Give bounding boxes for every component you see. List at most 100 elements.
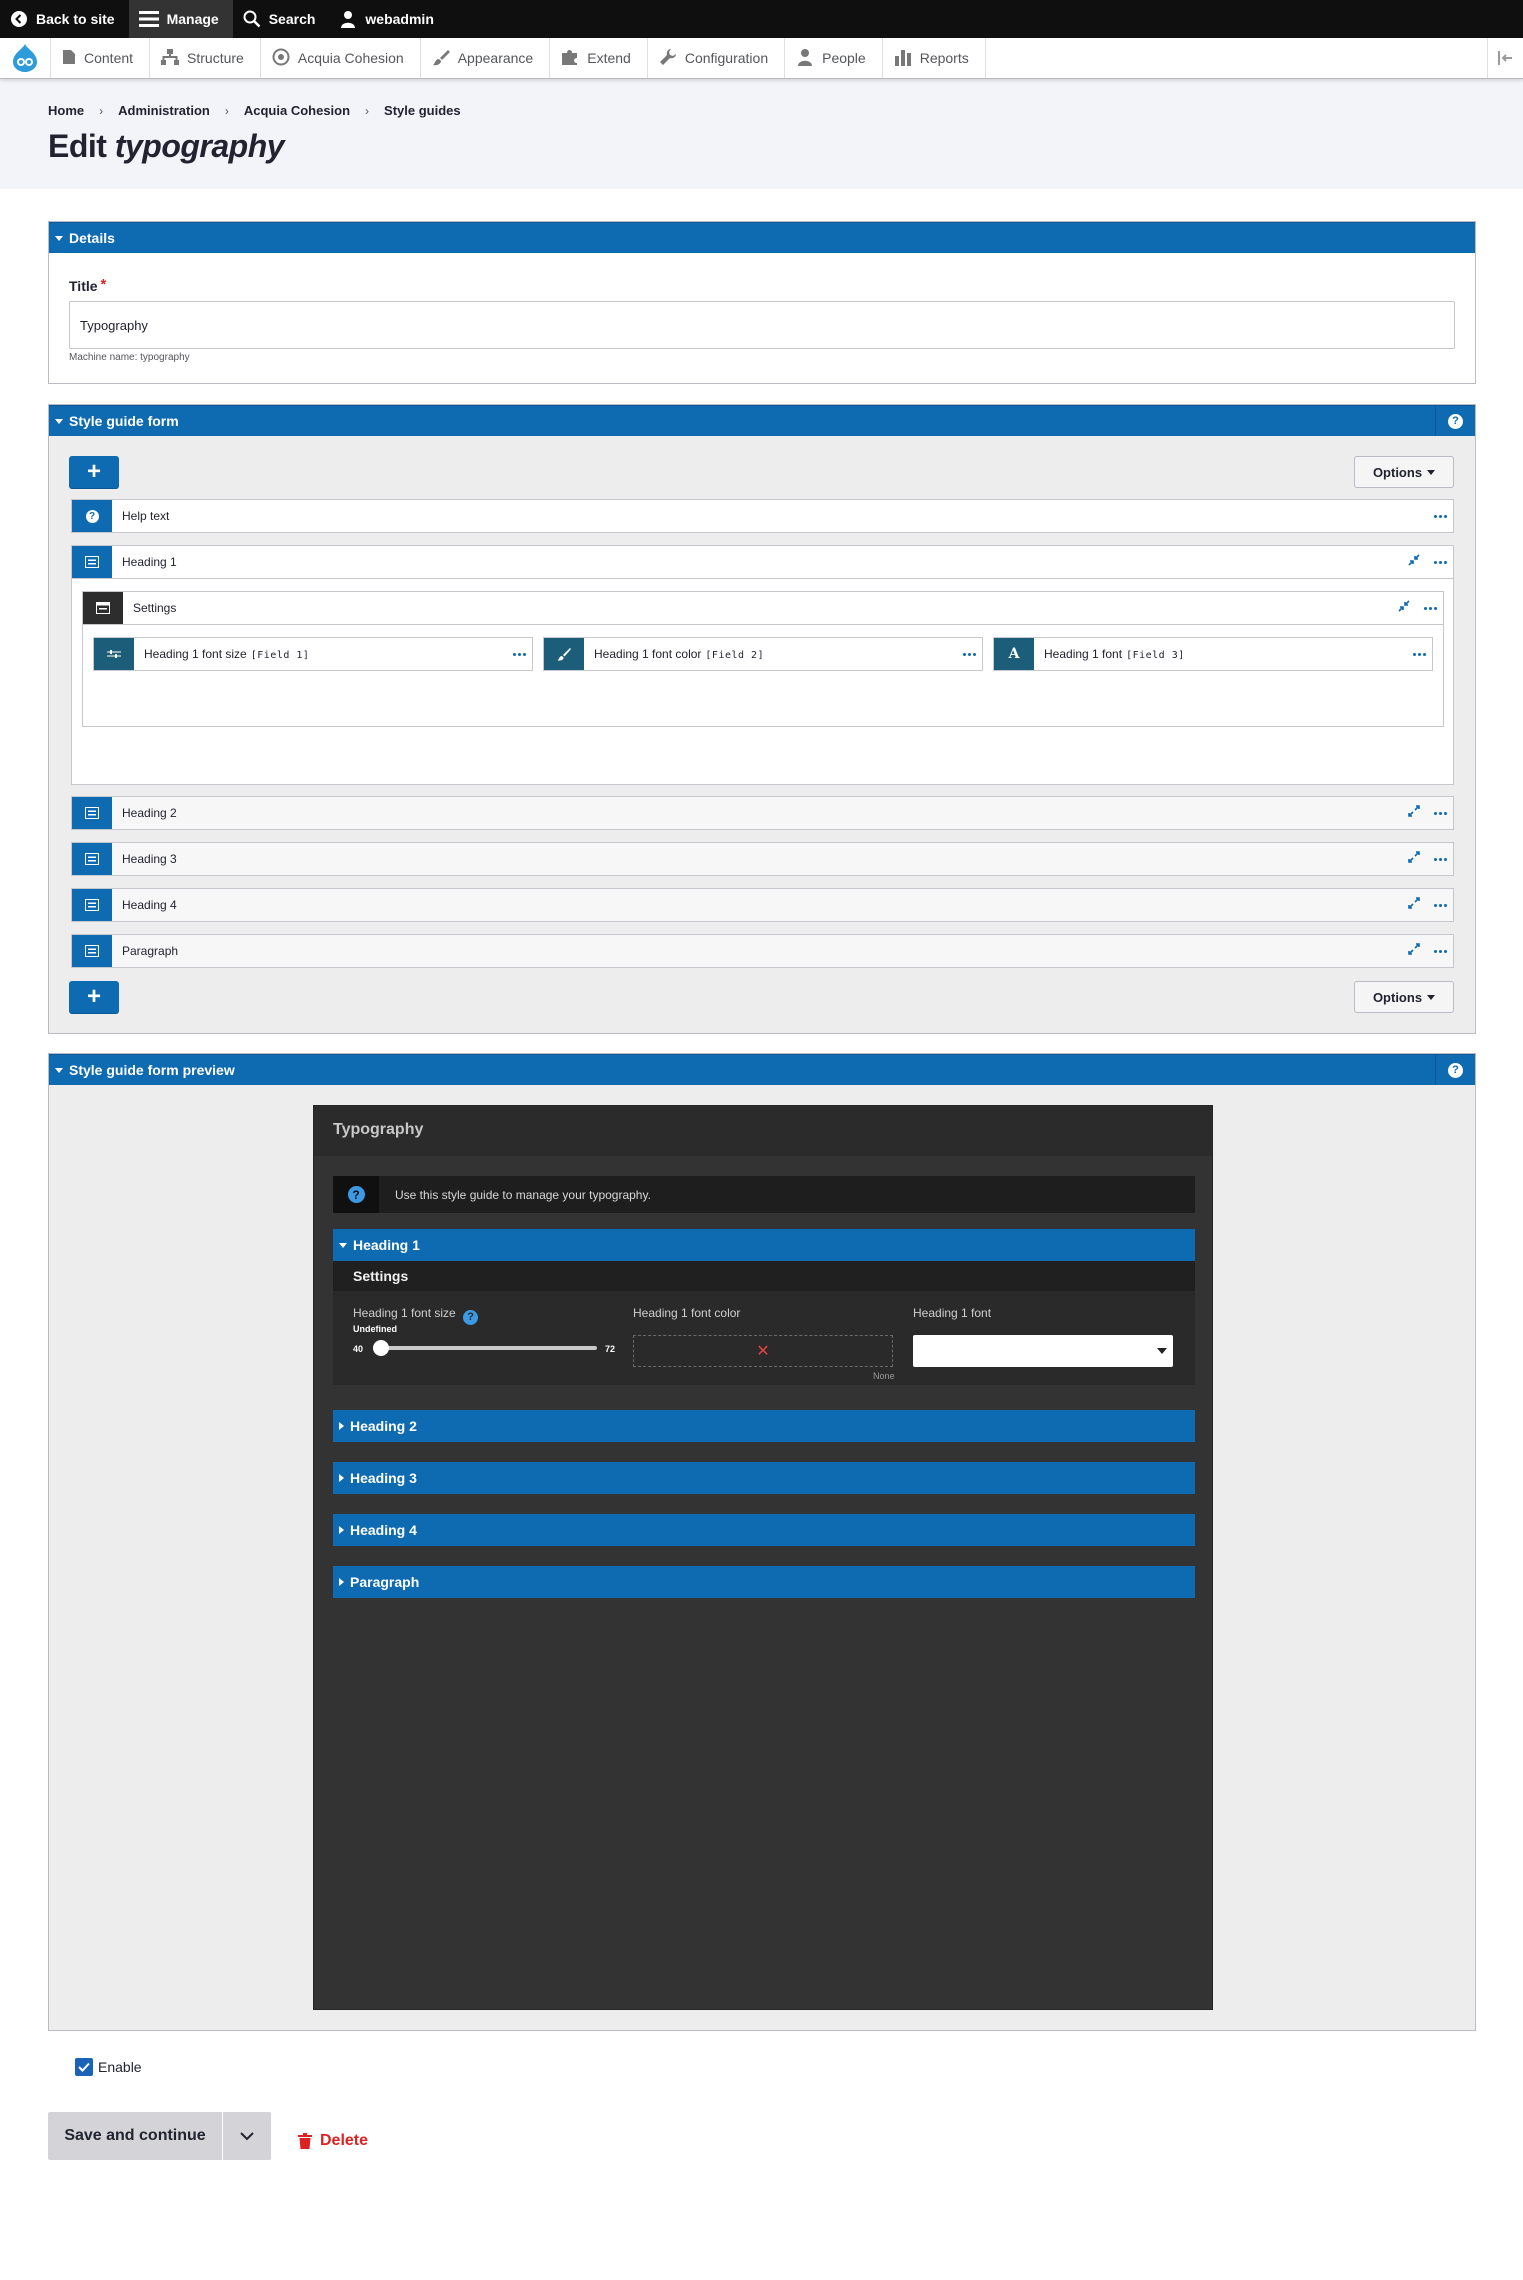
more-options-icon[interactable] xyxy=(963,652,976,656)
admin-menu-tray: Content Structure Acquia Cohesion Appear… xyxy=(0,38,1523,79)
more-options-icon[interactable] xyxy=(1424,606,1437,610)
field-card-font-color[interactable]: Heading 1 font color [Field 2] xyxy=(543,637,983,671)
delete-label: Delete xyxy=(320,2132,369,2149)
user-tab[interactable]: webadmin xyxy=(329,0,447,38)
font-size-label: Heading 1 font size ? xyxy=(353,1306,479,1325)
more-options-icon[interactable] xyxy=(1434,811,1447,815)
content-icon xyxy=(62,49,76,68)
close-icon: ✕ xyxy=(756,1343,770,1360)
accordion-paragraph[interactable]: Paragraph xyxy=(333,1566,1195,1598)
details-header[interactable]: Details xyxy=(49,222,1475,253)
preview-header[interactable]: Style guide form preview ? xyxy=(49,1054,1475,1085)
field-card-font[interactable]: A Heading 1 font [Field 3] xyxy=(993,637,1433,671)
options-button-bottom[interactable]: Options xyxy=(1354,981,1454,1013)
container-icon xyxy=(72,546,112,578)
chevron-down-icon xyxy=(1157,1348,1167,1354)
delete-link[interactable]: Delete xyxy=(298,2132,368,2150)
add-element-button-bottom[interactable]: + xyxy=(69,981,119,1013)
user-icon xyxy=(339,10,357,28)
paragraph-row[interactable]: Paragraph xyxy=(71,934,1454,968)
collapse-icon[interactable] xyxy=(1398,599,1410,617)
field-label: Heading 1 font color xyxy=(594,647,702,661)
caret-down-icon xyxy=(339,1242,347,1248)
accordion-heading3[interactable]: Heading 3 xyxy=(333,1462,1195,1494)
preview-title: Typography xyxy=(314,1106,1212,1156)
breadcrumb-home[interactable]: Home xyxy=(48,103,84,118)
checkmark-icon xyxy=(78,2062,90,2072)
menu-reports[interactable]: Reports xyxy=(883,38,986,78)
collapse-tray-icon[interactable] xyxy=(1487,38,1523,78)
preview-help-text: Use this style guide to manage your typo… xyxy=(395,1187,651,1202)
chevron-down-icon xyxy=(240,2131,254,2140)
menu-configuration[interactable]: Configuration xyxy=(648,38,786,78)
style-guide-form-header[interactable]: Style guide form ? xyxy=(49,405,1475,436)
font-size-slider-track[interactable] xyxy=(375,1346,597,1350)
accordion-heading4[interactable]: Heading 4 xyxy=(333,1514,1195,1546)
help-text-row[interactable]: ? Help text xyxy=(71,499,1454,533)
manage-tab[interactable]: Manage xyxy=(128,0,233,38)
more-options-icon[interactable] xyxy=(1413,652,1426,656)
heading4-row[interactable]: Heading 4 xyxy=(71,888,1454,922)
options-button[interactable]: Options xyxy=(1354,456,1454,488)
help-button[interactable]: ? xyxy=(1435,1055,1475,1085)
help-icon[interactable]: ? xyxy=(463,1309,479,1325)
more-options-icon[interactable] xyxy=(1434,514,1447,518)
cohesion-icon xyxy=(272,48,290,69)
hamburger-icon xyxy=(138,11,159,27)
slider-icon xyxy=(94,638,134,670)
field-label: Heading 1 font xyxy=(1044,647,1123,661)
preview-settings-bar: Settings xyxy=(333,1261,1195,1291)
font-size-slider-thumb[interactable] xyxy=(373,1340,389,1356)
menu-acquia-cohesion[interactable]: Acquia Cohesion xyxy=(261,38,421,78)
menu-people[interactable]: People xyxy=(785,38,883,78)
save-and-continue-button[interactable]: Save and continue xyxy=(48,2112,222,2160)
heading3-row[interactable]: Heading 3 xyxy=(71,842,1454,876)
breadcrumb-style-guides[interactable]: Style guides xyxy=(384,103,461,118)
drupal-logo-icon[interactable] xyxy=(0,38,51,78)
row-label: Heading 1 xyxy=(122,555,177,569)
accordion-heading1[interactable]: Heading 1 xyxy=(333,1229,1195,1261)
enable-checkbox[interactable] xyxy=(75,2058,93,2076)
title-input[interactable]: Typography xyxy=(69,301,1455,349)
settings-container-icon xyxy=(83,592,123,624)
more-options-icon[interactable] xyxy=(1434,857,1447,861)
breadcrumb-administration[interactable]: Administration xyxy=(118,103,210,118)
more-options-icon[interactable] xyxy=(513,652,526,656)
settings-row[interactable]: Settings xyxy=(82,591,1444,625)
field-label: Heading 1 font size xyxy=(144,647,247,661)
save-dropdown-toggle[interactable] xyxy=(223,2112,271,2160)
font-color-picker[interactable]: ✕ xyxy=(633,1335,893,1367)
help-button[interactable]: ? xyxy=(1435,406,1475,436)
structure-icon xyxy=(161,48,180,68)
breadcrumb-acquia-cohesion[interactable]: Acquia Cohesion xyxy=(244,103,350,118)
accordion-heading2[interactable]: Heading 2 xyxy=(333,1410,1195,1442)
help-element-icon: ? xyxy=(72,500,112,532)
menu-structure[interactable]: Structure xyxy=(150,38,261,78)
menu-extend[interactable]: Extend xyxy=(550,38,648,78)
caret-down-icon xyxy=(55,1067,63,1073)
row-label: Settings xyxy=(133,601,177,615)
more-options-icon[interactable] xyxy=(1434,560,1447,564)
expand-icon[interactable] xyxy=(1408,896,1420,914)
more-options-icon[interactable] xyxy=(1434,903,1447,907)
search-tab[interactable]: Search xyxy=(233,0,330,38)
style-guide-preview-panel: Style guide form preview ? Typography ? … xyxy=(48,1053,1476,2031)
heading1-row[interactable]: Heading 1 xyxy=(71,545,1454,579)
font-select[interactable] xyxy=(913,1335,1173,1367)
preview-help-bar: ? Use this style guide to manage your ty… xyxy=(333,1176,1195,1213)
menu-content[interactable]: Content xyxy=(51,38,151,78)
style-guide-form-heading: Style guide form xyxy=(69,413,179,429)
menu-appearance[interactable]: Appearance xyxy=(421,38,551,78)
expand-icon[interactable] xyxy=(1408,850,1420,868)
field-card-font-size[interactable]: Heading 1 font size [Field 1] xyxy=(93,637,533,671)
expand-icon[interactable] xyxy=(1408,942,1420,960)
collapse-icon[interactable] xyxy=(1408,553,1420,571)
back-to-site-link[interactable]: Back to site xyxy=(0,0,129,38)
heading2-row[interactable]: Heading 2 xyxy=(71,796,1454,830)
expand-icon[interactable] xyxy=(1408,804,1420,822)
container-icon xyxy=(72,889,112,921)
font-icon: A xyxy=(994,638,1034,670)
more-options-icon[interactable] xyxy=(1434,949,1447,953)
caret-right-icon xyxy=(339,1474,344,1482)
add-element-button[interactable]: + xyxy=(69,456,119,488)
